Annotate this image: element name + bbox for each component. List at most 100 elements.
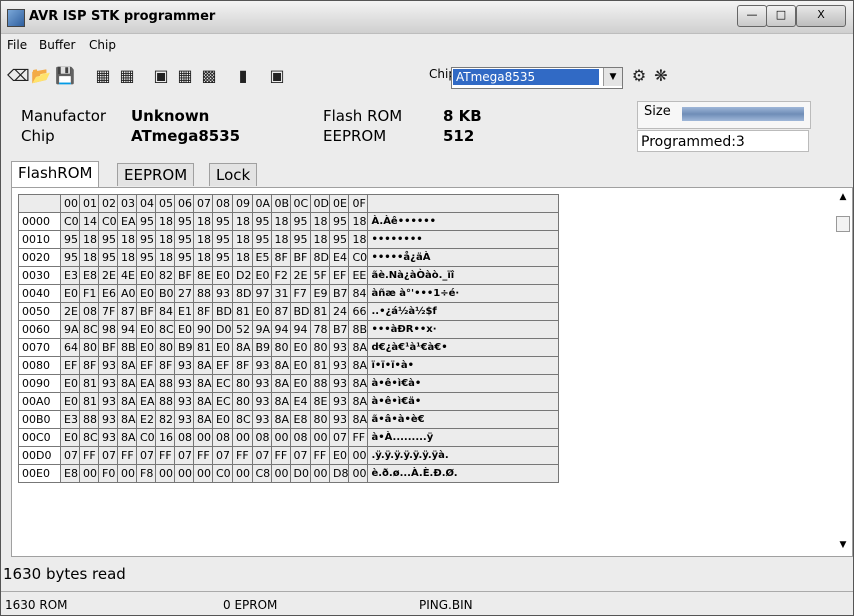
hex-byte-cell[interactable]: 18 (309, 212, 331, 231)
hex-byte-cell[interactable]: 07 (60, 446, 80, 465)
hex-byte-cell[interactable]: 88 (155, 392, 175, 411)
hex-byte-cell[interactable]: 78 (309, 320, 331, 339)
hex-byte-cell[interactable]: 18 (232, 248, 253, 267)
hex-byte-cell[interactable]: 00 (348, 464, 369, 483)
hex-byte-cell[interactable]: E0 (60, 392, 80, 411)
hex-byte-cell[interactable]: 93 (174, 410, 194, 429)
hex-row[interactable]: 0010 95 18 95 18 95 18 95 18 95 18 95 18 95 18 95 18 ••••… (18, 230, 560, 249)
hex-byte-cell[interactable]: F2 (270, 266, 291, 285)
hex-byte-cell[interactable]: E0 (60, 374, 80, 393)
hex-byte-cell[interactable]: 18 (270, 230, 291, 249)
hex-byte-cell[interactable]: 95 (98, 248, 118, 267)
hex-byte-cell[interactable]: 8A (348, 392, 369, 411)
hex-byte-cell[interactable]: 9A (60, 320, 80, 339)
hex-byte-cell[interactable]: 07 (211, 446, 234, 465)
hex-byte-cell[interactable]: E0 (136, 320, 156, 339)
hex-byte-cell[interactable]: BF (289, 248, 311, 267)
hex-byte-cell[interactable]: E4 (289, 392, 311, 411)
hex-byte-cell[interactable]: 95 (136, 212, 156, 231)
hex-byte-cell[interactable]: FF (193, 446, 213, 465)
blank-check-icon[interactable]: ▩ (199, 67, 219, 85)
hex-byte-cell[interactable]: 07 (98, 446, 118, 465)
hex-byte-cell[interactable]: 00 (232, 428, 253, 447)
hex-byte-cell[interactable]: 00 (348, 446, 369, 465)
hex-byte-cell[interactable]: 80 (309, 338, 331, 357)
hex-byte-cell[interactable]: 8E (309, 392, 331, 411)
hex-byte-cell[interactable]: 07 (328, 428, 350, 447)
hex-row[interactable]: 0080 EF 8F 93 8A EF 8F 93 8A EF 8F 93 8A E0 81 93 8A ï•ï•… (18, 356, 560, 375)
hex-byte-cell[interactable]: 8A (117, 392, 137, 411)
hex-row[interactable]: 00D0 07 FF 07 FF 07 FF 07 FF 07 FF 07 FF 07 FF E0 00 .ÿ.ÿ… (18, 446, 560, 465)
hex-byte-cell[interactable]: 95 (251, 230, 272, 249)
hex-byte-cell[interactable]: 81 (193, 338, 213, 357)
hex-byte-cell[interactable]: 5F (309, 266, 331, 285)
hex-byte-cell[interactable]: 80 (79, 338, 99, 357)
hex-byte-cell[interactable]: C8 (251, 464, 272, 483)
hex-byte-cell[interactable]: 18 (155, 212, 175, 231)
hex-byte-cell[interactable]: 8F (155, 356, 175, 375)
hex-byte-cell[interactable]: 80 (270, 338, 291, 357)
hex-byte-cell[interactable]: 00 (155, 464, 175, 483)
hex-byte-cell[interactable]: 18 (117, 230, 137, 249)
hex-byte-cell[interactable]: 8A (193, 374, 213, 393)
maximize-button[interactable]: □ (766, 5, 796, 27)
hex-byte-cell[interactable]: 00 (174, 464, 194, 483)
hex-byte-cell[interactable]: 81 (309, 356, 331, 375)
hex-byte-cell[interactable]: 18 (117, 248, 137, 267)
hex-byte-cell[interactable]: E0 (136, 266, 156, 285)
chip-info-icon[interactable]: ▣ (267, 67, 287, 85)
hex-byte-cell[interactable]: 93 (174, 392, 194, 411)
hex-byte-cell[interactable]: 93 (98, 374, 118, 393)
hex-byte-cell[interactable]: 95 (328, 230, 350, 249)
hex-byte-cell[interactable]: 18 (348, 212, 369, 231)
ascii-cell[interactable]: À.Àê•••••• (367, 212, 560, 231)
hex-byte-cell[interactable]: 80 (155, 338, 175, 357)
hex-byte-cell[interactable]: 8A (193, 356, 213, 375)
hex-byte-cell[interactable]: 81 (232, 302, 253, 321)
hex-byte-cell[interactable]: BF (136, 302, 156, 321)
hex-byte-cell[interactable]: 95 (251, 212, 272, 231)
hex-grid[interactable]: 00 01 02 03 04 05 06 07 08 09 0A 0B 0C 0D 0E 0F 0000 C0 14… (18, 194, 560, 483)
hex-byte-cell[interactable]: 2E (289, 266, 311, 285)
hex-byte-cell[interactable]: 18 (232, 230, 253, 249)
hex-byte-cell[interactable]: 93 (211, 284, 234, 303)
hex-row[interactable]: 00E0 E8 00 F0 00 F8 00 00 00 C0 00 C8 00 D0 00 D8 00 è.ð.… (18, 464, 560, 483)
hex-byte-cell[interactable]: 93 (251, 392, 272, 411)
hex-byte-cell[interactable]: 93 (328, 338, 350, 357)
hex-byte-cell[interactable]: FF (270, 446, 291, 465)
hex-byte-cell[interactable]: 00 (309, 464, 331, 483)
hex-byte-cell[interactable]: 8C (79, 320, 99, 339)
hex-byte-cell[interactable]: F0 (98, 464, 118, 483)
hex-byte-cell[interactable]: EE (348, 266, 369, 285)
ascii-cell[interactable]: ..•¿á½à½$f (367, 302, 560, 321)
hex-byte-cell[interactable]: 84 (155, 302, 175, 321)
hex-byte-cell[interactable]: 98 (98, 320, 118, 339)
hex-byte-cell[interactable]: 94 (270, 320, 291, 339)
hex-byte-cell[interactable]: 18 (155, 248, 175, 267)
hex-byte-cell[interactable]: 14 (79, 212, 99, 231)
hex-byte-cell[interactable]: 93 (251, 410, 272, 429)
hex-byte-cell[interactable]: 27 (174, 284, 194, 303)
hex-byte-cell[interactable]: 81 (79, 374, 99, 393)
hex-byte-cell[interactable]: D2 (232, 266, 253, 285)
hex-byte-cell[interactable]: E0 (289, 338, 311, 357)
hex-byte-cell[interactable]: 18 (232, 212, 253, 231)
hex-byte-cell[interactable]: FF (79, 446, 99, 465)
hex-byte-cell[interactable]: E1 (174, 302, 194, 321)
hex-row[interactable]: 0070 64 80 BF 8B E0 80 B9 81 E0 8A B9 80 E0 80 93 8A d€¿à… (18, 338, 560, 357)
menu-file[interactable]: File (7, 38, 27, 52)
ascii-cell[interactable]: à•ê•ì€ä• (367, 392, 560, 411)
hex-byte-cell[interactable]: E0 (60, 284, 80, 303)
hex-byte-cell[interactable]: C0 (136, 428, 156, 447)
hex-byte-cell[interactable]: 00 (79, 464, 99, 483)
hex-byte-cell[interactable]: 07 (174, 446, 194, 465)
hex-byte-cell[interactable]: 07 (289, 446, 311, 465)
hex-byte-cell[interactable]: 80 (232, 374, 253, 393)
hex-byte-cell[interactable]: 8B (117, 338, 137, 357)
hex-byte-cell[interactable]: 24 (328, 302, 350, 321)
hex-row[interactable]: 00C0 E0 8C 93 8A C0 16 08 00 08 00 08 00 08 00 07 FF à•À.… (18, 428, 560, 447)
hex-byte-cell[interactable]: 93 (98, 356, 118, 375)
hex-byte-cell[interactable]: 18 (79, 230, 99, 249)
hex-byte-cell[interactable]: E6 (98, 284, 118, 303)
hex-byte-cell[interactable]: 18 (79, 248, 99, 267)
